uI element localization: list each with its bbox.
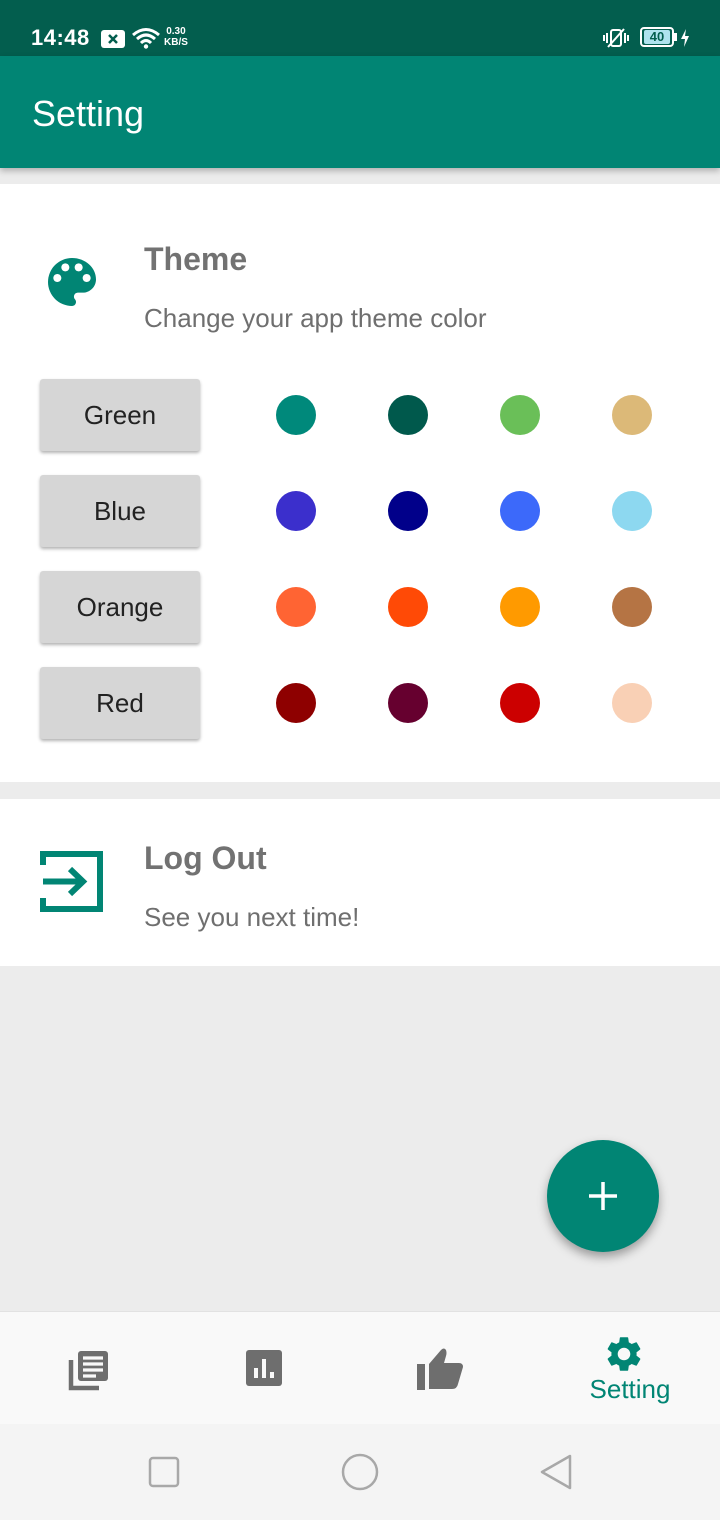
- news-icon: [68, 1351, 108, 1391]
- vibrate-icon: [603, 28, 629, 48]
- recents-icon[interactable]: [148, 1456, 180, 1488]
- wifi-icon: [132, 28, 160, 49]
- palette-icon: [48, 258, 96, 306]
- nav-item-setting[interactable]: Setting: [540, 1312, 720, 1425]
- logout-title: Log Out: [144, 840, 267, 876]
- color-swatch-blue-3[interactable]: [500, 491, 540, 531]
- color-swatch-red-1[interactable]: [276, 683, 316, 723]
- color-swatch-red-2[interactable]: [388, 683, 428, 723]
- page-title: Setting: [32, 93, 145, 134]
- color-swatch-orange-1[interactable]: [276, 587, 316, 627]
- thumb-up-icon: [417, 1348, 463, 1390]
- chart-icon: [246, 1350, 282, 1386]
- color-swatch-green-4[interactable]: [612, 395, 652, 435]
- nav-item-stats[interactable]: [180, 1312, 360, 1425]
- theme-button-orange[interactable]: Orange: [40, 571, 200, 643]
- system-navigation: [0, 1424, 720, 1520]
- color-swatch-blue-2[interactable]: [388, 491, 428, 531]
- gear-icon: [607, 1337, 641, 1371]
- theme-button-blue[interactable]: Blue: [40, 475, 200, 547]
- color-swatch-red-4[interactable]: [612, 683, 652, 723]
- status-bar: 14:48 0.30 KB/S 40: [0, 0, 720, 56]
- color-swatch-orange-3[interactable]: [500, 587, 540, 627]
- notification-icon: [101, 30, 125, 48]
- bottom-navigation: Setting: [0, 1311, 720, 1425]
- theme-title: Theme: [144, 241, 248, 277]
- color-swatch-green-2[interactable]: [388, 395, 428, 435]
- battery-icon: 40: [640, 27, 677, 47]
- status-time: 14:48: [31, 25, 90, 50]
- nav-item-news[interactable]: [0, 1312, 180, 1425]
- battery-level: 40: [644, 30, 670, 44]
- charging-icon: [681, 29, 689, 47]
- logout-card[interactable]: Log Out See you next time!: [0, 799, 720, 966]
- color-swatch-blue-1[interactable]: [276, 491, 316, 531]
- app-bar: Setting: [0, 56, 720, 168]
- color-swatch-red-3[interactable]: [500, 683, 540, 723]
- color-swatch-green-3[interactable]: [500, 395, 540, 435]
- color-swatch-blue-4[interactable]: [612, 491, 652, 531]
- theme-button-red[interactable]: Red: [40, 667, 200, 739]
- add-button[interactable]: [547, 1140, 659, 1252]
- nav-label-setting: Setting: [589, 1374, 671, 1404]
- plus-icon: [589, 1182, 617, 1210]
- theme-card: Theme Change your app theme color Green B…: [0, 184, 720, 782]
- color-swatch-orange-2[interactable]: [388, 587, 428, 627]
- color-swatch-green-1[interactable]: [276, 395, 316, 435]
- color-swatch-orange-4[interactable]: [612, 587, 652, 627]
- nav-item-like[interactable]: [360, 1312, 540, 1425]
- logout-subtitle: See you next time!: [144, 902, 360, 932]
- theme-subtitle: Change your app theme color: [144, 303, 487, 333]
- home-icon[interactable]: [341, 1453, 379, 1491]
- exit-icon: [40, 851, 103, 912]
- back-icon[interactable]: [539, 1453, 573, 1491]
- theme-button-green[interactable]: Green: [40, 379, 200, 451]
- network-speed: 0.30 KB/S: [164, 26, 188, 48]
